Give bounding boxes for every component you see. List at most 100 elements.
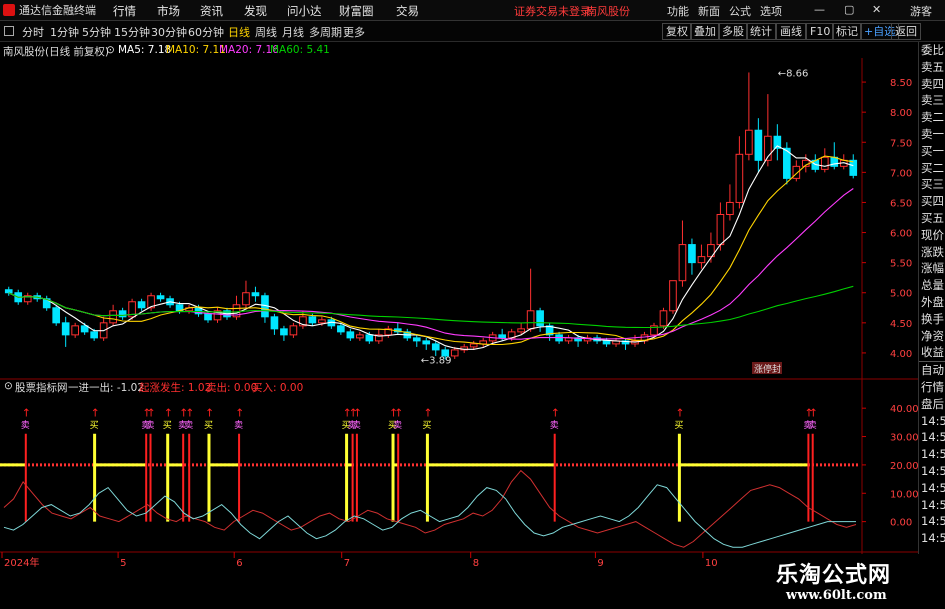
side-panel-item[interactable]: 14:50 — [919, 513, 945, 530]
menu-item-news[interactable]: 资讯 — [200, 3, 223, 19]
checkbox-icon[interactable] — [4, 26, 14, 36]
draw-line-button[interactable]: 画线 — [776, 23, 806, 40]
side-panel-item[interactable]: 收益 — [919, 344, 945, 361]
tab-5min[interactable]: 5分钟 — [82, 24, 111, 40]
menu-item-market[interactable]: 行情 — [113, 3, 136, 19]
candle-body — [80, 325, 89, 333]
back-button[interactable]: 返回 — [891, 23, 921, 40]
side-panel-item[interactable]: 14:50 — [919, 413, 945, 430]
indicator-line4: 买入: 0.00 — [252, 382, 304, 394]
side-panel-item[interactable]: 涨幅 — [919, 260, 945, 277]
tab-1min[interactable]: 1分钟 — [50, 24, 79, 40]
side-panel-item[interactable]: 委比 — [919, 42, 945, 59]
menu-item-ask[interactable]: 问小达 — [287, 3, 322, 19]
menu-formula[interactable]: 公式 — [729, 3, 751, 19]
indicator-tick-label: 30.00 — [890, 433, 919, 444]
side-panel-item[interactable]: 14:50 — [919, 530, 945, 547]
candle-body — [365, 334, 374, 342]
watermark-url: www.60lt.com — [786, 588, 887, 603]
f10-button[interactable]: F10 — [806, 23, 835, 40]
indicator-name: 股票指标网 — [15, 382, 68, 394]
side-panel-item[interactable]: 卖二 — [919, 109, 945, 126]
menu-item-wealth[interactable]: 财富圈 — [339, 3, 374, 19]
menu-item-exchange[interactable]: 市场 — [157, 3, 180, 19]
side-panel-item[interactable]: 涨跌 — [919, 244, 945, 261]
overlay-button[interactable]: 叠加 — [690, 23, 720, 40]
side-panel-item[interactable]: 净资 — [919, 328, 945, 345]
side-panel-item[interactable]: 14:50 — [919, 429, 945, 446]
side-panel-item[interactable]: 买二 — [919, 160, 945, 177]
quote-side-panel: 委比 卖五 卖四 卖三 卖二 卖一 买一 买二 买三 买四 买五 现价 涨跌 涨幅 总量 外盘 换手 净资 收益 自动… — [918, 42, 945, 609]
signal-label: 卖 — [352, 420, 361, 431]
maximize-icon[interactable]: ▢ — [844, 3, 854, 16]
side-panel-item[interactable]: 买四 — [919, 193, 945, 210]
side-panel-item[interactable]: 卖五 — [919, 59, 945, 76]
signal-label: 买 — [90, 420, 99, 431]
side-panel-item[interactable]: 外盘 — [919, 294, 945, 311]
side-panel-item[interactable]: 买一 — [919, 143, 945, 160]
login-warning[interactable]: 证券交易未登录 — [514, 3, 591, 19]
tab-more[interactable]: 更多 — [343, 24, 365, 40]
menu-options[interactable]: 选项 — [760, 3, 782, 19]
x-axis-label: 9 — [597, 558, 603, 569]
menu-new-page[interactable]: 新面 — [698, 3, 720, 19]
candle-body — [820, 156, 829, 170]
tab-monthly[interactable]: 月线 — [282, 24, 304, 40]
tab-daily[interactable]: 日线 — [228, 24, 250, 40]
side-panel-item[interactable]: 14:50 — [919, 446, 945, 463]
side-panel-item[interactable]: 换手 — [919, 311, 945, 328]
stock-chart[interactable]: 8.50 8.00 7.50 7.00 6.50 6.00 5.50 5.00 4.50 4.00… — [0, 58, 945, 609]
side-panel-item[interactable]: 14:50 — [919, 497, 945, 514]
side-panel-item[interactable]: 卖一 — [919, 126, 945, 143]
candle-body — [688, 244, 696, 264]
candle-body — [498, 334, 506, 339]
menu-item-discover[interactable]: 发现 — [244, 3, 267, 19]
side-panel-item[interactable]: 卖三 — [919, 92, 945, 109]
candle-body — [337, 325, 345, 333]
close-icon[interactable]: ✕ — [872, 3, 881, 16]
candle-body — [745, 129, 753, 155]
tab-intraday[interactable]: 分时 — [22, 24, 44, 40]
guest-label[interactable]: 游客 — [910, 3, 932, 19]
side-panel-item[interactable]: 买三 — [919, 176, 945, 193]
signal-label: 买 — [422, 420, 431, 431]
menu-function[interactable]: 功能 — [667, 3, 689, 19]
tab-multi-period[interactable]: 多周期 — [309, 24, 342, 40]
tab-60min[interactable]: 60分钟 — [188, 24, 224, 40]
tab-weekly[interactable]: 周线 — [255, 24, 277, 40]
price-annotation: ←3.89 — [421, 356, 452, 367]
up-arrow-icon: ↑ — [91, 407, 100, 420]
side-panel-item[interactable]: 行情 — [919, 379, 945, 396]
settings-icon[interactable]: ⊙ — [4, 380, 13, 392]
candle-body — [242, 292, 250, 306]
chart-title: 南风股份(日线 前复权) — [3, 46, 110, 58]
side-panel-item[interactable]: 14:50 — [919, 463, 945, 480]
oscillator-cyan-line — [3, 484, 856, 548]
tab-15min[interactable]: 15分钟 — [114, 24, 150, 40]
period-tab-bar: 分时 1分钟 5分钟 15分钟 30分钟 60分钟 日线 周线 月线 多周期 更… — [0, 21, 945, 42]
mark-button[interactable]: 标记 — [832, 23, 862, 40]
side-panel-item[interactable]: 自动 — [919, 361, 945, 379]
candle-body — [156, 295, 165, 300]
candle-body — [204, 313, 212, 321]
side-panel-item[interactable]: 总量 — [919, 277, 945, 294]
statistics-button[interactable]: 统计 — [746, 23, 776, 40]
candle-body — [735, 153, 744, 203]
side-panel-item[interactable]: 现价 — [919, 227, 945, 244]
up-arrow-icon: ↑ — [551, 407, 560, 420]
tab-30min[interactable]: 30分钟 — [151, 24, 187, 40]
price-tick-label: 7.00 — [890, 168, 912, 179]
indicator-line2: 起涨发生: 1.02 — [139, 382, 212, 394]
minimize-icon[interactable]: — — [814, 3, 825, 16]
menu-item-trade[interactable]: 交易 — [396, 3, 419, 19]
multi-stock-button[interactable]: 多股 — [718, 23, 748, 40]
settings-icon[interactable]: ⊙ — [106, 44, 115, 56]
price-tick-label: 7.50 — [890, 138, 912, 149]
restore-rights-button[interactable]: 复权 — [662, 23, 692, 40]
side-panel-item[interactable]: 买五 — [919, 210, 945, 227]
app-title-text: 通达信金融终端 — [19, 4, 96, 17]
up-arrow-icon: ↑ — [353, 407, 362, 420]
side-panel-item[interactable]: 盘后 — [919, 396, 945, 413]
side-panel-item[interactable]: 卖四 — [919, 76, 945, 93]
side-panel-item[interactable]: 14:50 — [919, 480, 945, 497]
